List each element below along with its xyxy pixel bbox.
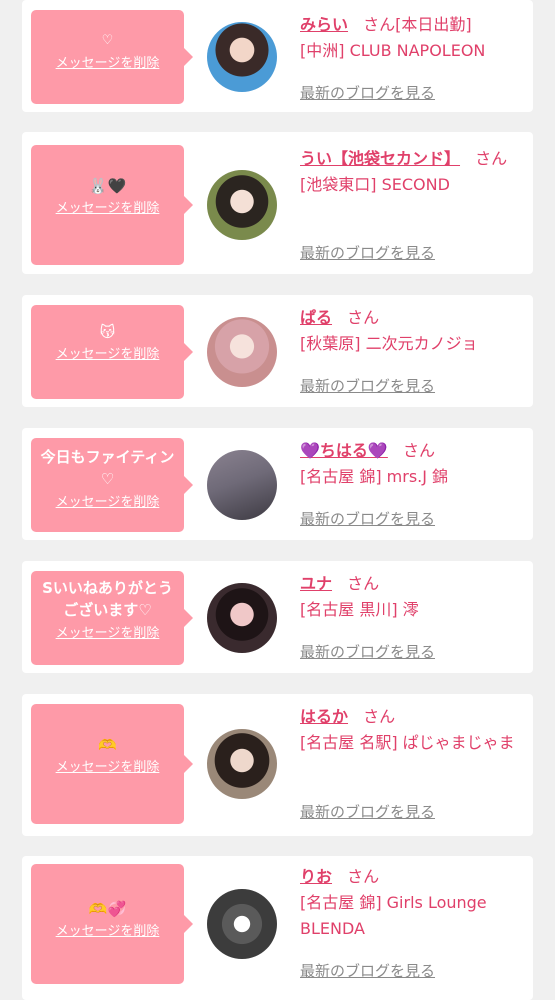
avatar[interactable] [207, 729, 277, 799]
message-text: 🫶💞 [88, 900, 127, 918]
profile-info: はるか さん [名古屋 名駅] ぱじゃまじゃま [300, 704, 526, 756]
honorific: さん [475, 149, 508, 168]
girl-name-link[interactable]: ユナ [300, 574, 332, 593]
shop-name: [秋葉原] 二次元カノジョ [300, 334, 478, 353]
message-card: ♡ メッセージを削除 みらい さん[本日出勤] [中洲] CLUB NAPOLE… [22, 0, 533, 112]
shop-name: [名古屋 黒川] 澪 [300, 600, 419, 619]
message-bubble: 😽 メッセージを削除 [31, 305, 193, 399]
message-card: 🫶 メッセージを削除 はるか さん [名古屋 名駅] ぱじゃまじゃま 最新のブロ… [22, 694, 533, 836]
avatar[interactable] [207, 450, 277, 520]
girl-name-link[interactable]: りお [300, 867, 332, 886]
delete-message-link[interactable]: メッセージを削除 [56, 346, 160, 364]
avatar[interactable] [207, 317, 277, 387]
message-text: 😽 [99, 323, 116, 341]
delete-message-link[interactable]: メッセージを削除 [56, 55, 160, 73]
avatar[interactable] [207, 170, 277, 240]
honorific: さん [347, 574, 380, 593]
girl-name-link[interactable]: はるか [300, 707, 348, 726]
message-text: 今日もファイティン♡ [40, 448, 175, 488]
girl-name-link[interactable]: みらい [300, 15, 348, 34]
delete-message-link[interactable]: メッセージを削除 [56, 625, 160, 643]
status-tag: [本日出勤] [395, 15, 472, 34]
message-card: Sいいねありがとうございます♡ メッセージを削除 ユナ さん [名古屋 黒川] … [22, 561, 533, 673]
honorific: さん [402, 441, 435, 460]
message-text: 🐰🖤 [88, 177, 127, 195]
message-bubble: Sいいねありがとうございます♡ メッセージを削除 [31, 571, 193, 665]
honorific: さん [347, 308, 380, 327]
latest-blog-link[interactable]: 最新のブログを見る [300, 375, 435, 396]
girl-name-link[interactable]: 💜ちはる💜 [300, 441, 388, 460]
message-bubble: 🫶 メッセージを削除 [31, 704, 193, 824]
message-card: 🐰🖤 メッセージを削除 うい【池袋セカンド】 さん [池袋東口] SECOND … [22, 132, 533, 274]
honorific: さん [347, 867, 380, 886]
girl-name-link[interactable]: うい【池袋セカンド】 [300, 149, 460, 168]
message-bubble: 今日もファイティン♡ メッセージを削除 [31, 438, 193, 532]
shop-name: [中洲] CLUB NAPOLEON [300, 41, 486, 60]
latest-blog-link[interactable]: 最新のブログを見る [300, 960, 435, 981]
message-card: 🫶💞 メッセージを削除 りお さん [名古屋 錦] Girls Lounge B… [22, 856, 533, 1000]
avatar[interactable] [207, 889, 277, 959]
avatar[interactable] [207, 22, 277, 92]
profile-info: 💜ちはる💜 さん [名古屋 錦] mrs.J 錦 [300, 438, 526, 490]
latest-blog-link[interactable]: 最新のブログを見る [300, 82, 435, 103]
message-bubble: 🐰🖤 メッセージを削除 [31, 145, 193, 265]
message-text: 🫶 [98, 736, 117, 754]
shop-name: [池袋東口] SECOND [300, 175, 450, 194]
message-text: Sいいねありがとうございます♡ [42, 579, 173, 619]
delete-message-link[interactable]: メッセージを削除 [56, 923, 160, 941]
latest-blog-link[interactable]: 最新のブログを見る [300, 508, 435, 529]
avatar[interactable] [207, 583, 277, 653]
latest-blog-link[interactable]: 最新のブログを見る [300, 242, 435, 263]
message-bubble: 🫶💞 メッセージを削除 [31, 864, 193, 984]
message-card: 😽 メッセージを削除 ぱる さん [秋葉原] 二次元カノジョ 最新のブログを見る [22, 295, 533, 407]
shop-name: [名古屋 錦] Girls Lounge BLENDA [300, 893, 487, 938]
shop-name: [名古屋 名駅] ぱじゃまじゃま [300, 733, 515, 752]
girl-name-link[interactable]: ぱる [300, 308, 332, 327]
delete-message-link[interactable]: メッセージを削除 [56, 759, 160, 777]
profile-info: ぱる さん [秋葉原] 二次元カノジョ [300, 305, 526, 357]
message-bubble: ♡ メッセージを削除 [31, 10, 193, 104]
message-text: ♡ [101, 33, 114, 48]
profile-info: みらい さん[本日出勤] [中洲] CLUB NAPOLEON [300, 12, 526, 64]
latest-blog-link[interactable]: 最新のブログを見る [300, 801, 435, 822]
profile-info: ユナ さん [名古屋 黒川] 澪 [300, 571, 526, 623]
profile-info: うい【池袋セカンド】 さん [池袋東口] SECOND [300, 146, 526, 198]
honorific: さん [363, 15, 396, 34]
honorific: さん [363, 707, 396, 726]
shop-name: [名古屋 錦] mrs.J 錦 [300, 467, 449, 486]
delete-message-link[interactable]: メッセージを削除 [56, 200, 160, 218]
delete-message-link[interactable]: メッセージを削除 [56, 494, 160, 512]
message-card: 今日もファイティン♡ メッセージを削除 💜ちはる💜 さん [名古屋 錦] mrs… [22, 428, 533, 540]
profile-info: りお さん [名古屋 錦] Girls Lounge BLENDA [300, 864, 526, 942]
latest-blog-link[interactable]: 最新のブログを見る [300, 641, 435, 662]
